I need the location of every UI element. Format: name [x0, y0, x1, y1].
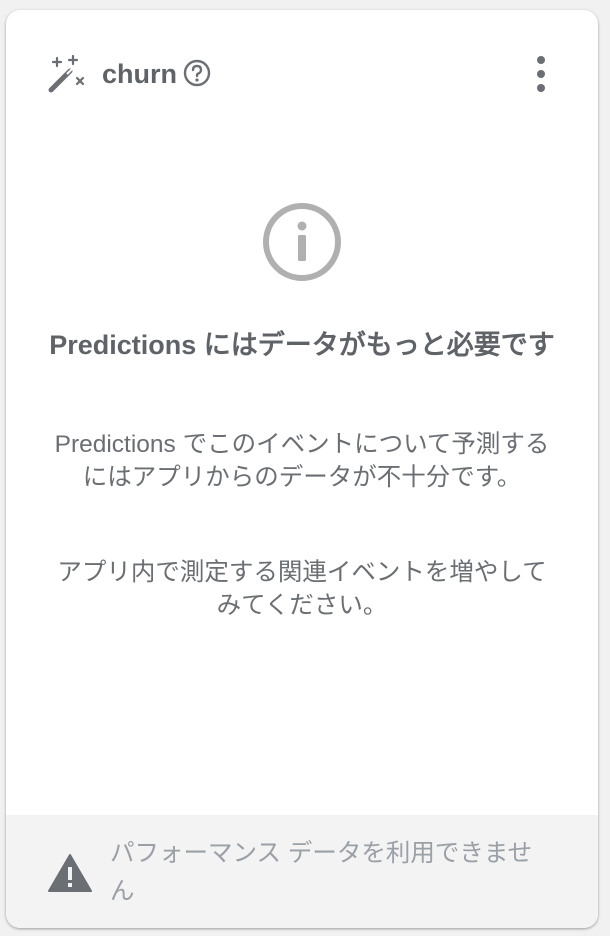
help-circle-icon[interactable]	[182, 58, 212, 88]
prediction-card: churn Predictions にはデータがもっと必要です Predicti…	[6, 10, 598, 928]
card-header: churn	[6, 10, 598, 138]
card-footer: パフォーマンス データを利用できません	[6, 815, 598, 928]
footer-status-text: パフォーマンス データを利用できません	[110, 840, 533, 905]
info-icon	[263, 203, 341, 281]
card-title: churn	[102, 59, 178, 89]
message-description: Predictions でこのイベントについて予測するにはアプリからのデータが不…	[54, 431, 550, 491]
more-vert-icon[interactable]	[526, 54, 556, 94]
message-heading: Predictions にはデータがもっと必要です	[49, 330, 555, 360]
message-suggestion: アプリ内で測定する関連イベントを増やしてみてください。	[57, 559, 547, 619]
warning-icon	[48, 854, 92, 892]
magic-wand-icon	[48, 55, 85, 93]
